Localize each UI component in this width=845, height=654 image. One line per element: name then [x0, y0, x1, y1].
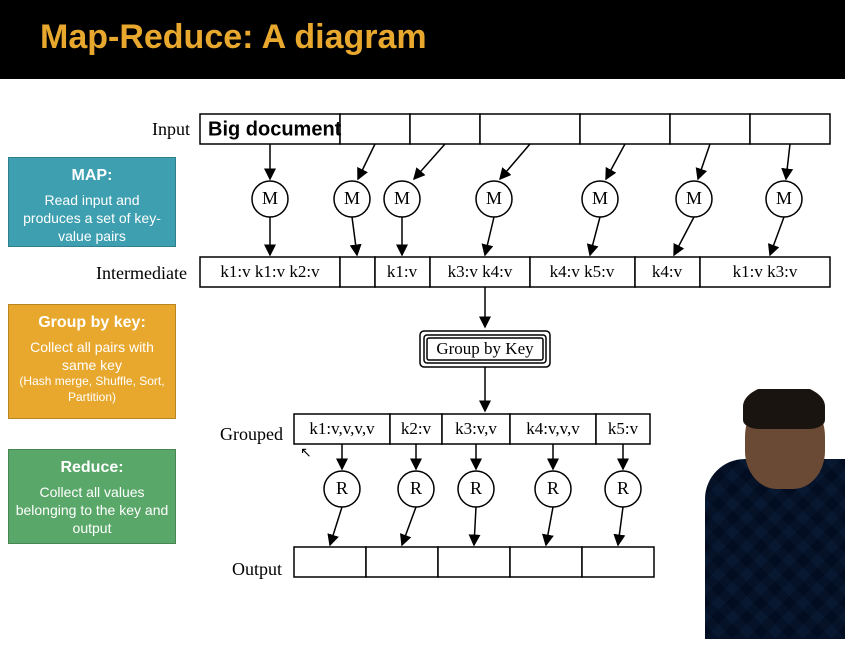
svg-text:R: R — [470, 478, 482, 498]
svg-text:k5:v: k5:v — [608, 419, 639, 438]
presenter-figure — [705, 389, 845, 639]
svg-text:k4:v: k4:v — [652, 262, 683, 281]
svg-text:k1:v: k1:v — [387, 262, 418, 281]
svg-text:M: M — [344, 188, 360, 208]
svg-text:R: R — [617, 478, 629, 498]
svg-text:M: M — [592, 188, 608, 208]
svg-text:M: M — [686, 188, 702, 208]
svg-text:R: R — [410, 478, 422, 498]
diagram-area: MAP: Read input and produces a set of ke… — [0, 79, 845, 639]
svg-text:k3:v,v: k3:v,v — [455, 419, 497, 438]
svg-text:k1:v,v,v,v: k1:v,v,v,v — [309, 419, 375, 438]
svg-text:Group by Key: Group by Key — [436, 339, 534, 358]
grouped-row: k1:v,v,v,v k2:v k3:v,v k4:v,v,v k5:v — [294, 414, 650, 444]
map-nodes: M M M M M M M — [252, 181, 802, 217]
svg-text:M: M — [486, 188, 502, 208]
cursor-icon: ↖ — [300, 444, 312, 460]
group-by-key-box: Group by Key — [420, 331, 550, 367]
slide-title: Map-Reduce: A diagram — [0, 0, 845, 79]
intermediate-row: k1:v k1:v k2:v k1:v k3:v k4:v k4:v k5:v … — [200, 257, 830, 287]
svg-text:k4:v k5:v: k4:v k5:v — [550, 262, 615, 281]
svg-text:M: M — [776, 188, 792, 208]
svg-text:M: M — [262, 188, 278, 208]
svg-text:k2:v: k2:v — [401, 419, 432, 438]
reduce-nodes: R R R R R — [324, 471, 641, 507]
svg-text:k3:v k4:v: k3:v k4:v — [448, 262, 513, 281]
input-row: Big document — [200, 114, 830, 144]
svg-text:k1:v k1:v k2:v: k1:v k1:v k2:v — [220, 262, 320, 281]
svg-text:k4:v,v,v: k4:v,v,v — [526, 419, 580, 438]
output-row — [294, 547, 654, 577]
svg-text:R: R — [547, 478, 559, 498]
svg-text:M: M — [394, 188, 410, 208]
svg-text:R: R — [336, 478, 348, 498]
svg-text:k1:v k3:v: k1:v k3:v — [733, 262, 798, 281]
big-document-text: Big document — [208, 118, 342, 140]
